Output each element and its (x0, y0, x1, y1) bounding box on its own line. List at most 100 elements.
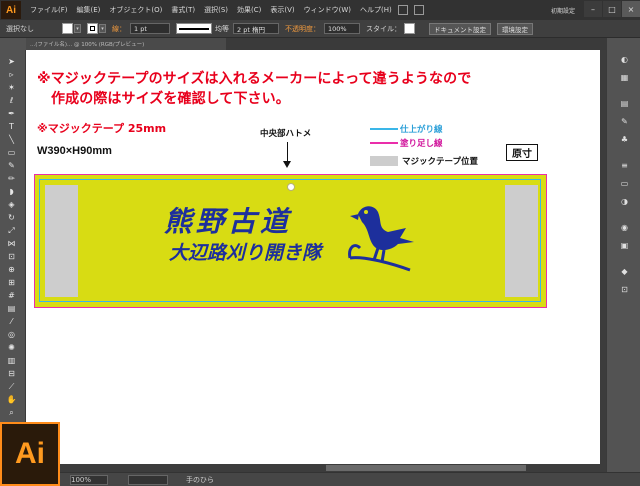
scale-tool-icon[interactable]: ⤢ (6, 225, 17, 236)
symbols-panel-icon[interactable]: ♣ (619, 134, 630, 145)
banner-subtitle[interactable]: 大辺路刈り開き隊 (169, 238, 321, 265)
fill-swatch[interactable] (62, 23, 73, 34)
legend-tape-position: マジックテープ位置 (370, 155, 478, 167)
transparency-panel-icon[interactable]: ◑ (619, 196, 630, 207)
artboard-tool-icon[interactable]: ⊟ (6, 368, 17, 379)
preferences-button[interactable]: 環境設定 (497, 22, 533, 35)
velcro-left[interactable] (45, 185, 78, 297)
zoom-tool-icon[interactable]: ⌕ (6, 407, 17, 418)
free-transform-tool-icon[interactable]: ⊡ (6, 251, 17, 262)
menu-object[interactable]: オブジェクト(O) (109, 5, 162, 15)
menu-edit[interactable]: 編集(E) (77, 5, 101, 15)
menu-file[interactable]: ファイル(F) (30, 5, 68, 15)
tape-size-spec: ※マジックテープ 25mm (37, 122, 167, 135)
variable-width-profile[interactable] (176, 23, 212, 34)
stroke-dropdown-icon[interactable]: ▾ (99, 24, 106, 33)
pencil-tool-icon[interactable]: ✏ (6, 173, 17, 184)
layers-panel-icon[interactable]: ◆ (619, 266, 630, 277)
blend-tool-icon[interactable]: ◎ (6, 329, 17, 340)
minimize-button[interactable]: – (584, 1, 602, 17)
illustrator-window: Ai ファイル(F) 編集(E) オブジェクト(O) 書式(T) 選択(S) 効… (0, 0, 640, 486)
legend-bleed-line: 塗り足し線 (370, 137, 443, 149)
hand-tool-icon[interactable]: ✋ (6, 394, 17, 405)
menu-select[interactable]: 選択(S) (204, 5, 228, 15)
tape-position-swatch (370, 156, 398, 166)
illustrator-logo: Ai (0, 422, 60, 486)
blob-brush-tool-icon[interactable]: ◗ (6, 186, 17, 197)
opacity-field[interactable]: 100% (324, 23, 360, 34)
graph-tool-icon[interactable]: ▥ (6, 355, 17, 366)
pen-tool-icon[interactable]: ✒ (6, 108, 17, 119)
center-grommet[interactable] (287, 183, 295, 191)
color-guide-icon[interactable]: ▦ (619, 72, 630, 83)
fill-dropdown-icon[interactable]: ▾ (74, 24, 81, 33)
color-panel-icon[interactable]: ◐ (619, 54, 630, 65)
appearance-panel-icon[interactable]: ◉ (619, 222, 630, 233)
brush-definition[interactable]: 2 pt 楕円 (233, 23, 279, 34)
artboards-panel-icon[interactable]: ⊡ (619, 284, 630, 295)
paintbrush-tool-icon[interactable]: ✎ (6, 160, 17, 171)
menu-type[interactable]: 書式(T) (171, 5, 195, 15)
maximize-button[interactable]: □ (603, 1, 621, 17)
banner-title[interactable]: 熊野古道 (164, 200, 292, 240)
crow-illustration[interactable] (348, 198, 418, 274)
eyedropper-tool-icon[interactable]: ⁄ (6, 316, 17, 327)
legend-trim-line: 仕上がり線 (370, 123, 443, 135)
line-tool-icon[interactable]: ╲ (6, 134, 17, 145)
control-bar: 選択なし ▾ ▾ 線： 1 pt 均等 2 pt 楕円 不透明度： 100% ス… (0, 20, 640, 38)
perspective-grid-tool-icon[interactable]: ⊞ (6, 277, 17, 288)
menu-effect[interactable]: 効果(C) (237, 5, 261, 15)
menu-window[interactable]: ウィンドウ(W) (304, 5, 351, 15)
stroke-weight-field[interactable]: 1 pt (130, 23, 170, 34)
type-tool-icon[interactable]: T (6, 121, 17, 132)
slice-tool-icon[interactable]: ⟋ (6, 381, 17, 392)
stroke-label[interactable]: 線： (112, 24, 126, 34)
eraser-tool-icon[interactable]: ◈ (6, 199, 17, 210)
document-tab-bar: ...(ファイル名)... @ 100% (RGB/プレビュー) (26, 38, 606, 50)
gradient-panel-icon[interactable]: ▭ (619, 178, 630, 189)
close-button[interactable]: × (622, 1, 640, 17)
menubar: Ai ファイル(F) 編集(E) オブジェクト(O) 書式(T) 選択(S) 効… (0, 0, 640, 20)
selection-tool-icon[interactable]: ➤ (6, 56, 17, 67)
grommet-arrow-head (283, 161, 291, 168)
document-tab[interactable]: ...(ファイル名)... @ 100% (RGB/プレビュー) (26, 38, 226, 50)
rotate-tool-icon[interactable]: ↻ (6, 212, 17, 223)
status-bar: 100% 手のひら (60, 472, 640, 486)
zoom-field[interactable]: 100% (70, 474, 108, 485)
menu-help[interactable]: ヘルプ(H) (360, 5, 392, 15)
lasso-tool-icon[interactable]: ℓ (6, 95, 17, 106)
workspace-switcher[interactable]: 初期設定 (551, 6, 575, 15)
shape-builder-tool-icon[interactable]: ⊕ (6, 264, 17, 275)
selection-status: 選択なし (6, 24, 34, 33)
graphic-styles-panel-icon[interactable]: ▣ (619, 240, 630, 251)
style-label: スタイル： (366, 24, 401, 33)
rectangle-tool-icon[interactable]: ▭ (6, 147, 17, 158)
bridge-icon[interactable] (397, 5, 408, 15)
opacity-label[interactable]: 不透明度： (285, 24, 320, 34)
graphic-style-swatch[interactable] (404, 23, 415, 34)
artboard-navigator[interactable] (128, 474, 168, 485)
size-note-line1: ※マジックテープのサイズは入れるメーカーによって違うようなので (37, 71, 472, 87)
app-logo: Ai (1, 1, 21, 19)
magic-wand-tool-icon[interactable]: ✶ (6, 82, 17, 93)
brushes-panel-icon[interactable]: ✎ (619, 116, 630, 127)
tools-panel: ➤ ▹ ✶ ℓ ✒ T ╲ ▭ ✎ ✏ ◗ ◈ ↻ ⤢ ⋈ ⊡ ⊕ ⊞ # ▤ … (0, 50, 26, 422)
direct-selection-tool-icon[interactable]: ▹ (6, 69, 17, 80)
menu-view[interactable]: 表示(V) (270, 5, 294, 15)
document-setup-button[interactable]: ドキュメント設定 (429, 22, 491, 35)
velcro-right[interactable] (505, 185, 538, 297)
stroke-swatch[interactable] (87, 23, 98, 34)
horizontal-scrollbar[interactable] (26, 464, 606, 472)
width-tool-icon[interactable]: ⋈ (6, 238, 17, 249)
arrange-documents-icon[interactable] (413, 5, 424, 15)
symbol-sprayer-tool-icon[interactable]: ✺ (6, 342, 17, 353)
profile-label: 均等 (215, 24, 229, 33)
gradient-tool-icon[interactable]: ▤ (6, 303, 17, 314)
current-tool-label: 手のひら (186, 475, 214, 484)
bleed-line-swatch (370, 142, 398, 144)
mesh-tool-icon[interactable]: # (6, 290, 17, 301)
trim-line-label: 仕上がり線 (400, 125, 443, 135)
horizontal-scroll-thumb[interactable] (326, 465, 526, 471)
stroke-panel-icon[interactable]: ≡ (619, 160, 630, 171)
swatches-panel-icon[interactable]: ▤ (619, 98, 630, 109)
